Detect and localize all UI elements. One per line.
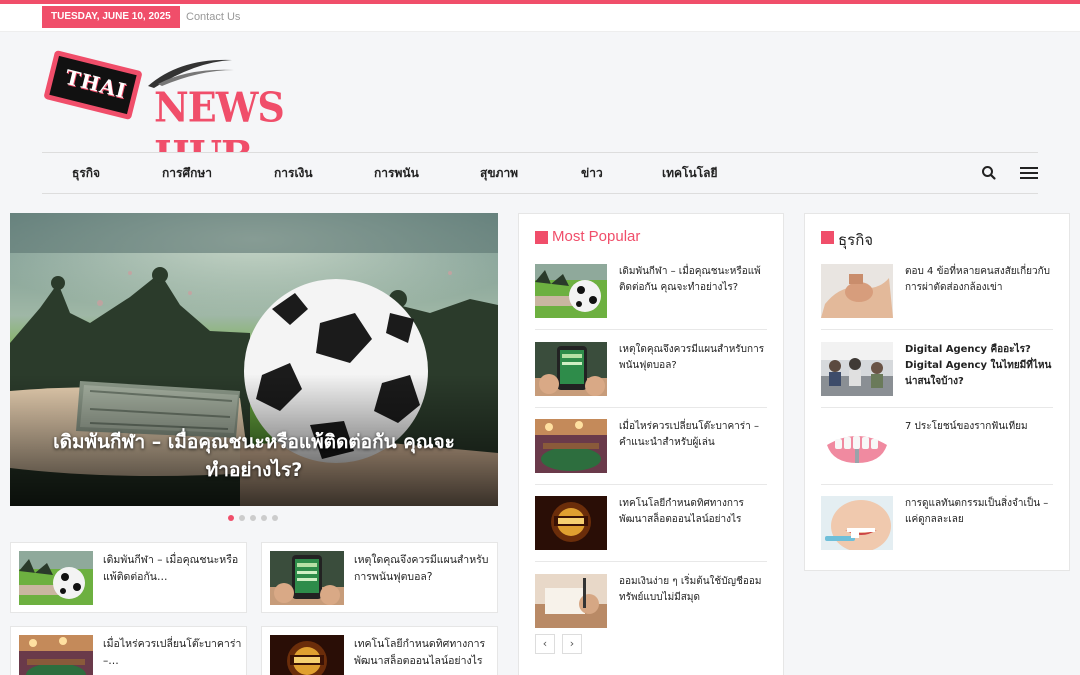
item-title[interactable]: Digital Agency คืออะไร? Digital Agency ใ… xyxy=(905,342,1055,390)
item-thumbnail[interactable] xyxy=(821,342,893,396)
heading-marker xyxy=(821,231,834,244)
site-logo[interactable]: THAI NEWS HUB xyxy=(42,48,342,180)
item-title[interactable]: เหตุใดคุณจึงควรมีแผนสำหรับการพนันฟุตบอล? xyxy=(619,342,769,374)
nav-item-business[interactable]: ธุรกิจ xyxy=(72,153,100,193)
divider xyxy=(535,407,767,408)
slider-dot-1[interactable] xyxy=(228,515,234,521)
post-title[interactable]: เทคโนโลยีกำหนดทิศทางการพัฒนาสล็อตออนไลน์… xyxy=(354,636,496,670)
divider xyxy=(821,407,1053,408)
nav-item-news[interactable]: ข่าว xyxy=(581,153,603,193)
divider xyxy=(821,329,1053,330)
item-title[interactable]: 7 ประโยชน์ของรากฟันเทียม xyxy=(905,419,1055,435)
panel-title: Most Popular xyxy=(552,228,641,245)
item-thumbnail[interactable] xyxy=(535,574,607,628)
item-thumbnail[interactable] xyxy=(535,419,607,473)
hero-slider[interactable]: เดิมพันกีฬา – เมื่อคุณชนะหรือแพ้ติดต่อกั… xyxy=(10,213,498,506)
menu-icon[interactable] xyxy=(1019,163,1039,183)
top-bar: TUESDAY, JUNE 10, 2025 Contact Us xyxy=(0,4,1080,32)
divider xyxy=(821,484,1053,485)
item-thumbnail[interactable] xyxy=(535,342,607,396)
post-thumbnail[interactable] xyxy=(19,551,93,605)
contact-link[interactable]: Contact Us xyxy=(186,11,240,23)
item-thumbnail[interactable] xyxy=(535,496,607,550)
item-title[interactable]: ตอบ 4 ข้อที่หลายคนสงสัยเกี่ยวกับการผ่าตั… xyxy=(905,264,1055,296)
post-card[interactable]: เดิมพันกีฬา – เมื่อคุณชนะหรือแพ้ติดต่อกั… xyxy=(10,542,247,613)
panel-title: ธุรกิจ xyxy=(838,232,874,249)
nav-item-education[interactable]: การศึกษา xyxy=(162,153,212,193)
date-badge: TUESDAY, JUNE 10, 2025 xyxy=(42,6,180,28)
next-button[interactable]: › xyxy=(562,634,582,654)
search-icon[interactable] xyxy=(979,163,999,183)
list-item[interactable]: ตอบ 4 ข้อที่หลายคนสงสัยเกี่ยวกับการผ่าตั… xyxy=(821,264,1053,342)
item-thumbnail[interactable] xyxy=(821,419,893,473)
post-card[interactable]: เมื่อไหร่ควรเปลี่ยนโต๊ะบาคาร่า –… xyxy=(10,626,247,675)
item-title[interactable]: การดูแลทันตกรรมเป็นสิ่งจำเป็น – แค่ดูกลล… xyxy=(905,496,1055,528)
post-thumbnail[interactable] xyxy=(270,551,344,605)
item-thumbnail[interactable] xyxy=(535,264,607,318)
list-item[interactable]: Digital Agency คืออะไร? Digital Agency ใ… xyxy=(821,342,1053,420)
nav-item-finance[interactable]: การเงิน xyxy=(274,153,313,193)
item-title[interactable]: ออมเงินง่าย ๆ เริ่มต้นใช้บัญชีออมทรัพย์แ… xyxy=(619,574,769,606)
nav-item-health[interactable]: สุขภาพ xyxy=(480,153,518,193)
nav-item-gambling[interactable]: การพนัน xyxy=(374,153,419,193)
item-thumbnail[interactable] xyxy=(821,264,893,318)
item-title[interactable]: เทคโนโลยีกำหนดทิศทางการพัฒนาสล็อตออนไลน์… xyxy=(619,496,769,528)
item-thumbnail[interactable] xyxy=(821,496,893,550)
business-panel: ธุรกิจ ตอบ 4 ข้อที่หลายคนสงสัยเกี่ยวกับก… xyxy=(804,213,1070,571)
post-title[interactable]: เหตุใดคุณจึงควรมีแผนสำหรับการพนันฟุตบอล? xyxy=(354,552,496,586)
prev-button[interactable]: ‹ xyxy=(535,634,555,654)
hero-title[interactable]: เดิมพันกีฬา – เมื่อคุณชนะหรือแพ้ติดต่อกั… xyxy=(50,428,458,484)
item-title[interactable]: เดิมพันกีฬา – เมื่อคุณชนะหรือแพ้ติดต่อกั… xyxy=(619,264,769,296)
heading-marker xyxy=(535,231,548,244)
list-item[interactable]: 7 ประโยชน์ของรากฟันเทียม xyxy=(821,419,1053,497)
list-item[interactable]: เหตุใดคุณจึงควรมีแผนสำหรับการพนันฟุตบอล? xyxy=(535,342,767,420)
item-title[interactable]: เมื่อไหร่ควรเปลี่ยนโต๊ะบาคาร่า – คำแนะนำ… xyxy=(619,419,769,451)
post-card[interactable]: เทคโนโลยีกำหนดทิศทางการพัฒนาสล็อตออนไลน์… xyxy=(261,626,498,675)
slider-dot-4[interactable] xyxy=(261,515,267,521)
main-nav: ธุรกิจ การศึกษา การเงิน การพนัน สุขภาพ ข… xyxy=(42,152,1038,194)
list-item[interactable]: เทคโนโลยีกำหนดทิศทางการพัฒนาสล็อตออนไลน์… xyxy=(535,496,767,574)
slider-dot-3[interactable] xyxy=(250,515,256,521)
list-item[interactable]: การดูแลทันตกรรมเป็นสิ่งจำเป็น – แค่ดูกลล… xyxy=(821,496,1053,574)
slider-dot-5[interactable] xyxy=(272,515,278,521)
post-thumbnail[interactable] xyxy=(270,635,344,675)
slider-dots xyxy=(228,515,288,523)
divider xyxy=(535,329,767,330)
nav-item-technology[interactable]: เทคโนโลยี xyxy=(662,153,718,193)
most-popular-panel: Most Popular เดิมพันกีฬา – เมื่อคุณชนะหร… xyxy=(518,213,784,675)
post-title[interactable]: เดิมพันกีฬา – เมื่อคุณชนะหรือแพ้ติดต่อกั… xyxy=(103,552,245,586)
list-item[interactable]: เมื่อไหร่ควรเปลี่ยนโต๊ะบาคาร่า – คำแนะนำ… xyxy=(535,419,767,497)
post-thumbnail[interactable] xyxy=(19,635,93,675)
divider xyxy=(535,484,767,485)
list-item[interactable]: เดิมพันกีฬา – เมื่อคุณชนะหรือแพ้ติดต่อกั… xyxy=(535,264,767,342)
slider-dot-2[interactable] xyxy=(239,515,245,521)
divider xyxy=(535,561,767,562)
post-card[interactable]: เหตุใดคุณจึงควรมีแผนสำหรับการพนันฟุตบอล? xyxy=(261,542,498,613)
post-title[interactable]: เมื่อไหร่ควรเปลี่ยนโต๊ะบาคาร่า –… xyxy=(103,636,245,670)
